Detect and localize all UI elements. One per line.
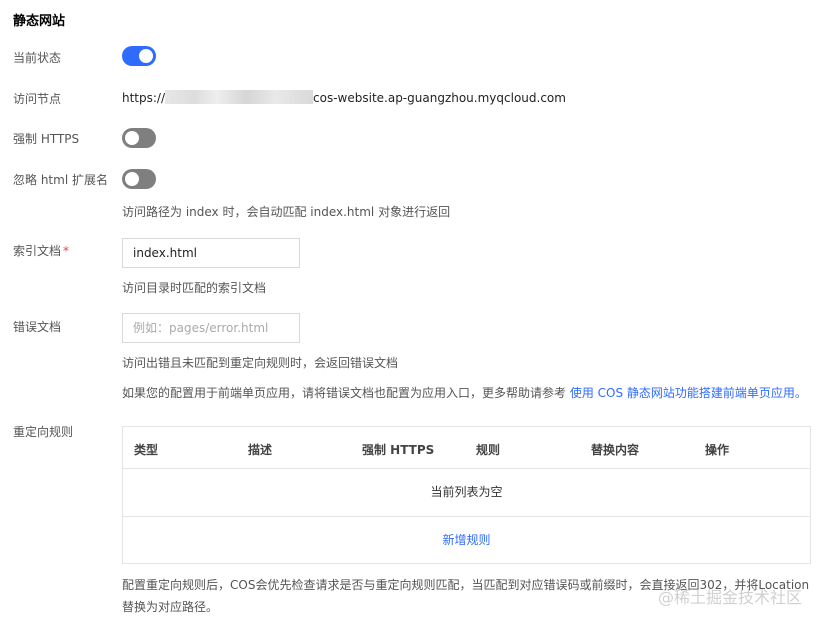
force-https-toggle[interactable] <box>122 128 156 148</box>
status-toggle[interactable] <box>122 46 156 66</box>
page-title: 静态网站 <box>13 14 66 29</box>
index-doc-label: 索引文档 * <box>13 242 69 259</box>
force-https-label: 强制 HTTPS <box>13 132 80 146</box>
toggle-knob <box>139 49 153 63</box>
watermark: @稀土掘金技术社区 <box>657 588 802 607</box>
ignore-html-label: 忽略 html 扩展名 <box>13 173 108 187</box>
status-label: 当前状态 <box>13 51 62 65</box>
redirect-rules-table: 类型 描述 强制 HTTPS 规则 替换内容 操作 当前列表为空 新增规则 <box>122 426 811 564</box>
error-doc-help: 如果您的配置用于前端单页应用，请将错误文档也配置为应用入口，更多帮助请参考 使用… <box>122 384 807 401</box>
endpoint-label: 访问节点 <box>13 92 62 106</box>
redirect-rules-label: 重定向规则 <box>13 425 74 439</box>
ignore-html-hint: 访问路径为 index 时，会自动匹配 index.html 对象进行返回 <box>122 205 451 219</box>
endpoint-suffix: cos-website.ap-guangzhou.myqcloud.com <box>313 91 566 105</box>
add-rule-row: 新增规则 <box>123 517 810 563</box>
endpoint-url: https:// cos-website.ap-guangzhou.myqclou… <box>122 90 566 105</box>
column-header-rule: 规则 <box>476 443 501 457</box>
index-doc-hint: 访问目录时匹配的索引文档 <box>122 281 267 295</box>
table-header: 类型 描述 强制 HTTPS 规则 替换内容 操作 <box>123 427 810 469</box>
endpoint-prefix: https:// <box>122 91 166 105</box>
index-doc-label-text: 索引文档 <box>13 244 62 258</box>
help-text: 如果您的配置用于前端单页应用，请将错误文档也配置为应用入口，更多帮助请参考 <box>122 386 567 400</box>
empty-state: 当前列表为空 <box>123 468 810 517</box>
error-doc-hint: 访问出错且未匹配到重定向规则时，会返回错误文档 <box>122 356 399 370</box>
column-header-force-https: 强制 HTTPS <box>362 443 435 457</box>
redirect-note-line2: 替换为对应路径。 <box>122 600 219 614</box>
column-header-type: 类型 <box>134 443 159 457</box>
column-header-replacement: 替换内容 <box>591 443 640 457</box>
redacted-bucket-name <box>165 90 314 104</box>
spa-help-link[interactable]: 使用 COS 静态网站功能搭建前端单页应用。 <box>570 386 807 400</box>
error-doc-input[interactable] <box>122 313 300 343</box>
ignore-html-toggle[interactable] <box>122 169 156 189</box>
toggle-knob <box>125 172 139 186</box>
toggle-knob <box>125 131 139 145</box>
column-header-actions: 操作 <box>705 443 730 457</box>
column-header-description: 描述 <box>248 443 273 457</box>
required-mark: * <box>63 244 70 258</box>
error-doc-label: 错误文档 <box>13 320 62 334</box>
add-rule-link[interactable]: 新增规则 <box>442 533 490 547</box>
index-doc-input[interactable] <box>122 238 300 268</box>
